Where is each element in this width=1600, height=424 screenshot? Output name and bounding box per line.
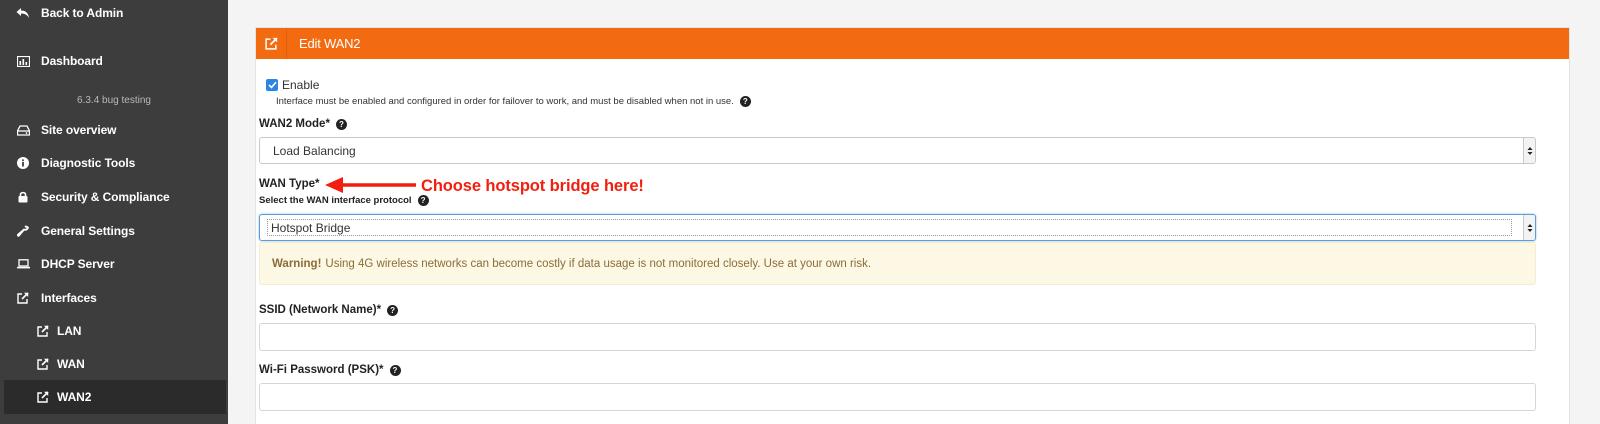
sidebar-item-label: DHCP Server bbox=[41, 257, 115, 271]
wrench-icon bbox=[16, 224, 30, 238]
wan2-mode-label-text: WAN2 Mode* bbox=[259, 118, 330, 130]
edit-icon bbox=[256, 28, 287, 59]
annotation-arrow bbox=[325, 176, 417, 194]
sidebar-item-label: Security & Compliance bbox=[41, 190, 170, 204]
wan-type-value: Hotspot Bridge bbox=[267, 219, 1512, 236]
wan-type-label: WAN Type* bbox=[259, 178, 320, 190]
laptop-icon bbox=[16, 257, 30, 271]
question-circle-icon[interactable]: ? bbox=[335, 118, 347, 130]
external-link-icon bbox=[36, 324, 50, 338]
enable-help-label: Interface must be enabled and configured… bbox=[276, 96, 734, 107]
warning-strong: Warning! bbox=[272, 257, 322, 270]
sidebar-item-security-compliance[interactable]: Security & Compliance bbox=[0, 180, 228, 214]
question-circle-icon[interactable]: ? bbox=[417, 195, 429, 206]
sidebar-item-label: Dashboard bbox=[41, 54, 103, 68]
ssid-label-text: SSID (Network Name)* bbox=[259, 304, 382, 316]
hdd-icon bbox=[16, 123, 30, 137]
sidebar-item-label: Interfaces bbox=[41, 291, 97, 305]
ssid-input[interactable] bbox=[259, 323, 1536, 351]
sidebar-subitem-wan[interactable]: WAN bbox=[0, 347, 228, 381]
sidebar-item-label: LAN bbox=[57, 324, 82, 338]
external-link-icon bbox=[16, 291, 30, 305]
panel-header: Edit WAN2 bbox=[256, 28, 1569, 59]
sidebar-item-diagnostic-tools[interactable]: Diagnostic Tools bbox=[0, 146, 228, 180]
wan-type-label-text: WAN Type* bbox=[259, 178, 320, 190]
question-circle-icon[interactable]: ? bbox=[739, 96, 751, 107]
red-arrow-icon bbox=[325, 177, 416, 193]
back-to-admin-link[interactable]: Back to Admin bbox=[0, 0, 228, 30]
enable-checkbox[interactable] bbox=[266, 79, 278, 91]
sidebar: Back to Admin Dashboard 6.3.4 bug testin… bbox=[0, 0, 228, 424]
wan2-mode-label: WAN2 Mode* ? bbox=[259, 118, 347, 130]
wan2-mode-select[interactable]: Load Balancing bbox=[259, 137, 1536, 164]
annotation-text: Choose hotspot bridge here! bbox=[421, 177, 644, 195]
checkmark-icon bbox=[267, 81, 277, 89]
wan-type-select[interactable]: Hotspot Bridge bbox=[259, 214, 1536, 241]
edit-panel: Edit WAN2 Enable Interface must be enabl… bbox=[255, 27, 1570, 424]
warning-alert: Warning! Using 4G wireless networks can … bbox=[259, 242, 1536, 285]
enable-label: Enable bbox=[282, 78, 320, 92]
external-link-icon bbox=[36, 390, 50, 404]
sidebar-item-label: General Settings bbox=[41, 224, 135, 238]
select-arrows-icon bbox=[1523, 138, 1535, 163]
psk-label-text: Wi-Fi Password (PSK)* bbox=[259, 364, 384, 376]
sidebar-item-dashboard[interactable]: Dashboard bbox=[0, 44, 228, 78]
external-link-icon bbox=[36, 357, 50, 371]
psk-input[interactable] bbox=[259, 383, 1536, 411]
wan-type-sublabel: Select the WAN interface protocol ? bbox=[259, 195, 429, 206]
sidebar-item-label: Site overview bbox=[41, 123, 117, 137]
select-arrows-icon bbox=[1523, 215, 1535, 240]
sidebar-item-interfaces[interactable]: Interfaces bbox=[0, 281, 228, 315]
enable-checkbox-row[interactable]: Enable bbox=[266, 78, 319, 92]
panel-title: Edit WAN2 bbox=[299, 36, 361, 51]
wan2-mode-value: Load Balancing bbox=[273, 143, 356, 158]
warning-text: Using 4G wireless networks can become co… bbox=[325, 257, 872, 270]
sidebar-item-site-overview[interactable]: Site overview bbox=[0, 113, 228, 147]
dashboard-icon bbox=[16, 54, 30, 68]
info-circle-icon bbox=[16, 156, 30, 170]
sidebar-item-label: WAN2 bbox=[57, 390, 92, 404]
sidebar-item-label: Diagnostic Tools bbox=[41, 156, 136, 170]
version-text: 6.3.4 bug testing bbox=[77, 95, 151, 106]
psk-label: Wi-Fi Password (PSK)* ? bbox=[259, 364, 401, 376]
sidebar-item-label: WAN bbox=[57, 357, 85, 371]
enable-help-text: Interface must be enabled and configured… bbox=[276, 96, 751, 107]
reply-arrow-icon bbox=[16, 6, 30, 20]
sidebar-item-dhcp-server[interactable]: DHCP Server bbox=[0, 247, 228, 281]
sidebar-item-general-settings[interactable]: General Settings bbox=[0, 214, 228, 248]
ssid-label: SSID (Network Name)* ? bbox=[259, 304, 399, 316]
question-circle-icon[interactable]: ? bbox=[389, 364, 401, 376]
sidebar-subitem-lan[interactable]: LAN bbox=[0, 314, 228, 348]
lock-icon bbox=[16, 190, 30, 204]
sidebar-subitem-wan2[interactable]: WAN2 bbox=[4, 380, 226, 414]
back-to-admin-label: Back to Admin bbox=[41, 6, 124, 20]
question-circle-icon[interactable]: ? bbox=[387, 304, 399, 316]
wan-type-sublabel-text: Select the WAN interface protocol bbox=[259, 195, 412, 206]
